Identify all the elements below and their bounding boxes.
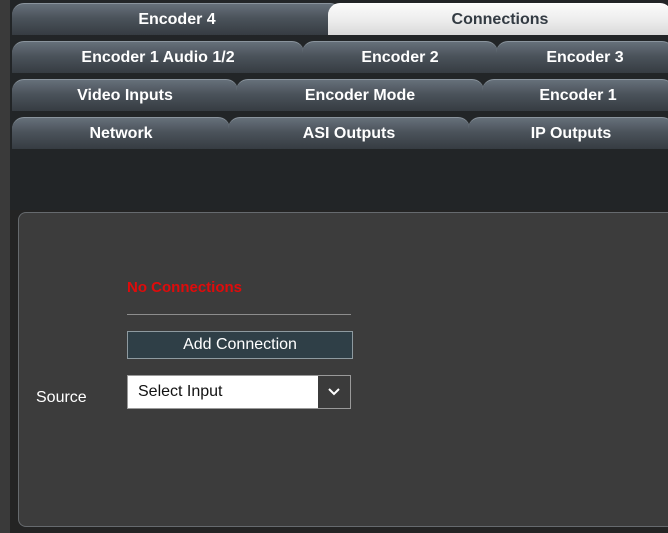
tab-row-1: Encoder 4 Connections	[10, 0, 668, 36]
tab-encoder-3[interactable]: Encoder 3	[496, 41, 668, 73]
window-left-edge	[0, 0, 10, 533]
source-select[interactable]: Select Input	[127, 375, 351, 409]
tab-label: Encoder 2	[361, 48, 439, 66]
tab-encoder-1-audio[interactable]: Encoder 1 Audio 1/2	[12, 41, 304, 73]
connections-page: Encoder 4 Connections Encoder 1 Audio 1/…	[0, 0, 668, 533]
tab-label: ASI Outputs	[302, 124, 396, 142]
tab-label: IP Outputs	[530, 124, 612, 142]
add-connection-button[interactable]: Add Connection	[127, 331, 353, 359]
source-select-value: Select Input	[138, 383, 223, 400]
tab-label: Network	[89, 124, 153, 142]
tab-row-3: Video Inputs Encoder Mode Encoder 1	[10, 76, 668, 112]
divider	[127, 314, 351, 315]
tab-row-2: Encoder 1 Audio 1/2 Encoder 2 Encoder 3	[10, 38, 668, 74]
tab-encoder-mode[interactable]: Encoder Mode	[236, 79, 484, 111]
tab-label: Connections	[451, 10, 549, 28]
tab-label: Encoder Mode	[304, 86, 416, 104]
tab-ip-outputs[interactable]: IP Outputs	[468, 117, 668, 149]
connections-status-text: No Connections	[127, 279, 242, 296]
tab-label: Encoder 1 Audio 1/2	[81, 48, 235, 66]
add-connection-label: Add Connection	[183, 336, 297, 353]
connections-panel: No Connections Add Connection Source Sel…	[18, 212, 668, 527]
tab-bar: Encoder 4 Connections Encoder 1 Audio 1/…	[10, 0, 668, 210]
tab-encoder-4[interactable]: Encoder 4	[12, 3, 342, 35]
tab-connections[interactable]: Connections	[328, 3, 668, 35]
tab-label: Encoder 1	[539, 86, 617, 104]
tab-video-inputs[interactable]: Video Inputs	[12, 79, 238, 111]
tab-encoder-2[interactable]: Encoder 2	[302, 41, 498, 73]
source-label: Source	[36, 389, 87, 406]
tab-encoder-1[interactable]: Encoder 1	[482, 79, 668, 111]
tab-label: Encoder 4	[138, 10, 216, 28]
tab-row-4: Network ASI Outputs IP Outputs	[10, 114, 668, 150]
tab-content: No Connections Add Connection Source Sel…	[10, 210, 668, 533]
tab-asi-outputs[interactable]: ASI Outputs	[228, 117, 470, 149]
chevron-down-icon[interactable]	[318, 376, 350, 408]
tab-network[interactable]: Network	[12, 117, 230, 149]
tab-label: Video Inputs	[77, 86, 173, 104]
tab-label: Encoder 3	[546, 48, 624, 66]
